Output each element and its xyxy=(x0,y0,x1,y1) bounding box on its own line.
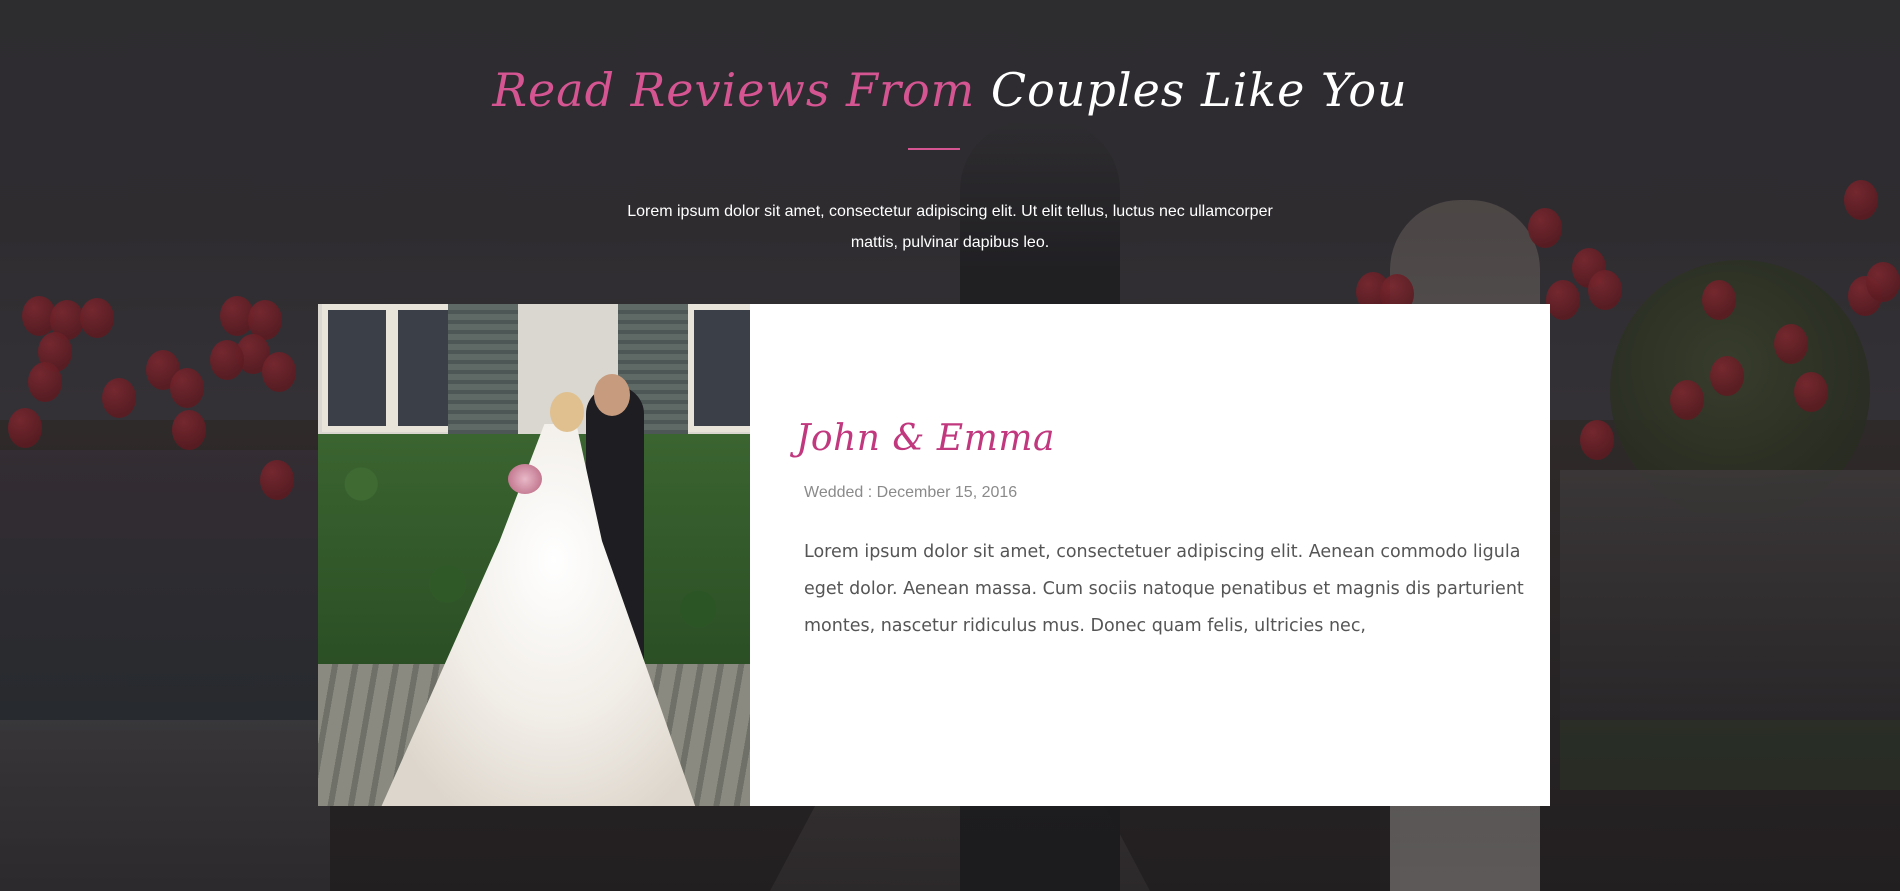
title-main-text: Couples Like You xyxy=(990,63,1408,117)
review-card: John & Emma Wedded : December 15, 2016 L… xyxy=(318,304,1550,806)
section-title: Read Reviews From Couples Like You xyxy=(0,58,1900,122)
review-text: Lorem ipsum dolor sit amet, consectetuer… xyxy=(804,542,1524,636)
title-accent-text: Read Reviews From xyxy=(492,63,976,117)
couple-photo xyxy=(318,304,750,806)
review-body: John & Emma Wedded : December 15, 2016 L… xyxy=(750,304,1550,806)
photo-shutter xyxy=(448,304,518,444)
wedded-date: Wedded : December 15, 2016 xyxy=(804,484,1018,501)
photo-window xyxy=(322,304,392,432)
photo-groom-head xyxy=(594,374,630,416)
title-divider xyxy=(908,148,960,150)
photo-bride-head xyxy=(550,392,584,432)
photo-window xyxy=(688,304,750,432)
section-intro: Lorem ipsum dolor sit amet, consectetur … xyxy=(627,203,1273,251)
photo-bouquet xyxy=(508,464,542,494)
couple-name: John & Emma xyxy=(796,418,1055,459)
